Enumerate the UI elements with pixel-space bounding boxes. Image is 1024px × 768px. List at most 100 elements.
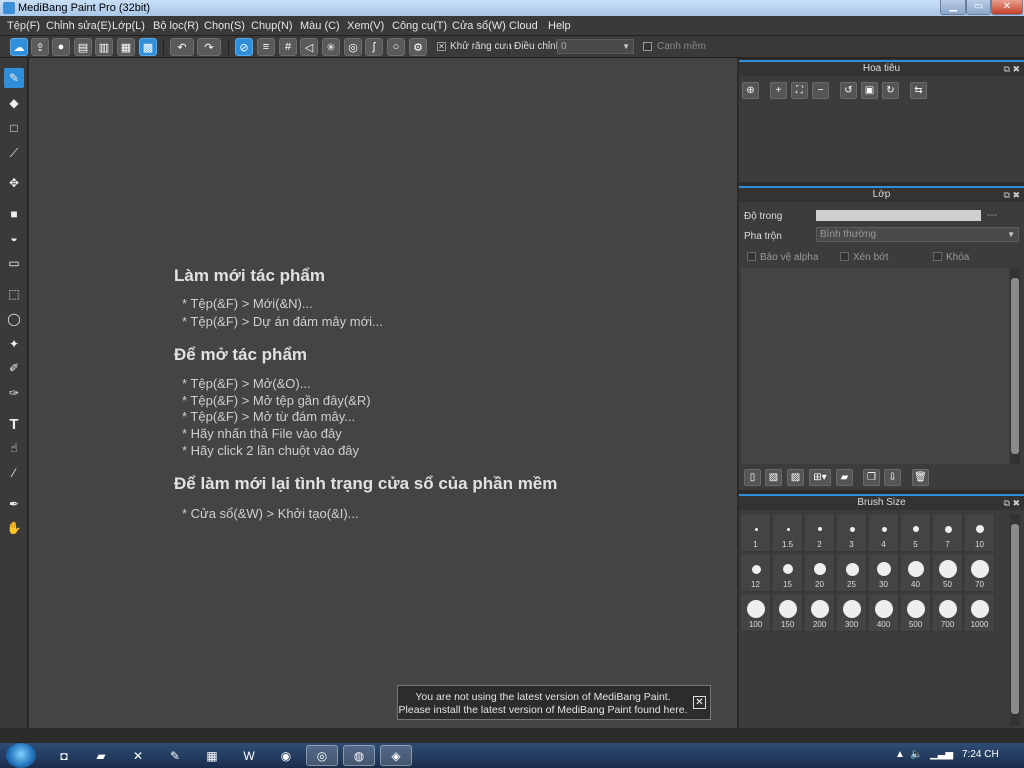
brush-size-cell[interactable]: 150 — [772, 593, 803, 632]
minimize-button[interactable]: ▁ — [940, 0, 966, 15]
office-icon[interactable]: ◘ — [48, 745, 80, 766]
folder-icon[interactable]: ▰ — [836, 469, 853, 486]
brush-tool-icon[interactable]: ✎ — [4, 68, 24, 88]
antialias-checkbox[interactable]: ✕ — [437, 42, 446, 51]
close-icon[interactable]: ✕ — [693, 696, 706, 709]
brush-size-cell[interactable]: 100 — [740, 593, 771, 632]
zoom-out-icon[interactable]: − — [812, 82, 829, 99]
app-icon[interactable]: ◍ — [343, 745, 375, 766]
eraser-tool-icon[interactable]: ◆ — [4, 93, 24, 113]
brush-size-cell[interactable]: 7 — [932, 513, 963, 552]
brush-size-cell[interactable]: 200 — [804, 593, 835, 632]
speech-bubble-icon[interactable]: ● — [52, 38, 70, 56]
volume-icon[interactable]: 🔈 — [910, 749, 922, 760]
radial-snap-icon[interactable]: ✳ — [322, 38, 340, 56]
messenger-icon[interactable]: ◎ — [306, 745, 338, 766]
menu-select[interactable]: Chọn(S) — [204, 20, 245, 32]
select-tool-icon[interactable]: ⬚ — [4, 284, 24, 304]
flip-icon[interactable]: ⇆ — [910, 82, 927, 99]
zoom-fit-icon[interactable]: ⊕ — [742, 82, 759, 99]
brush-size-cell[interactable]: 1000 — [964, 593, 995, 632]
menu-layer[interactable]: Lớp(L) — [112, 20, 145, 32]
select-pen-tool-icon[interactable]: ✐ — [4, 358, 24, 378]
line-tool-icon[interactable]: ⟋ — [4, 143, 24, 163]
canvas-area[interactable]: Làm mới tác phẩm * Tệp(&F) > Mới(&N)... … — [29, 58, 737, 728]
menu-help[interactable]: Help — [548, 20, 571, 32]
panel-controls[interactable]: ⧉ ✖ — [1004, 62, 1020, 76]
paint-icon[interactable]: ✎ — [159, 745, 191, 766]
chrome-icon[interactable]: ◉ — [270, 745, 302, 766]
signal-icon[interactable]: ▁▃▅ — [930, 749, 953, 760]
comment-icon[interactable]: ▤ — [74, 38, 92, 56]
new-1bit-layer-icon[interactable]: ▨ — [787, 469, 804, 486]
panel-controls[interactable]: ⧉ ✖ — [1004, 188, 1020, 202]
adjust-dropdown[interactable]: 0 ▼ — [557, 39, 634, 54]
brush-size-cell[interactable]: 30 — [868, 553, 899, 592]
clock[interactable]: 7:24 CH — [962, 749, 999, 760]
folder-icon[interactable]: ▰ — [85, 745, 117, 766]
merge-layer-icon[interactable]: ⇩ — [884, 469, 901, 486]
brush-scrollbar[interactable] — [1010, 514, 1020, 726]
excel-icon[interactable]: ✕ — [122, 745, 154, 766]
snap-settings-icon[interactable]: ⚙ — [409, 38, 427, 56]
curve-snap-icon[interactable]: ʃ — [365, 38, 383, 56]
scrollbar-thumb[interactable] — [1011, 278, 1019, 454]
scrollbar-thumb[interactable] — [1011, 524, 1019, 714]
clipping-checkbox[interactable] — [840, 252, 849, 261]
brush-size-cell[interactable]: 2 — [804, 513, 835, 552]
word-icon[interactable]: W — [233, 745, 265, 766]
calculator-icon[interactable]: ▦ — [196, 745, 228, 766]
divide-tool-icon[interactable]: ⁄ — [4, 463, 24, 483]
reset-view-icon[interactable]: ▣ — [861, 82, 878, 99]
menu-color[interactable]: Màu (C) — [300, 20, 340, 32]
panel-controls[interactable]: ⧉ ✖ — [1004, 496, 1020, 510]
menu-window[interactable]: Cửa sổ(W) — [452, 20, 506, 32]
brush-size-cell[interactable]: 15 — [772, 553, 803, 592]
layer-scrollbar[interactable] — [1010, 268, 1020, 464]
brush-size-cell[interactable]: 50 — [932, 553, 963, 592]
brush-size-cell[interactable]: 10 — [964, 513, 995, 552]
start-button[interactable] — [6, 743, 36, 768]
select-eraser-tool-icon[interactable]: ✑ — [4, 383, 24, 403]
brush-size-cell[interactable]: 40 — [900, 553, 931, 592]
fill-shape-tool-icon[interactable]: ■ — [4, 204, 24, 224]
gradient-tool-icon[interactable]: ▭ — [4, 253, 24, 273]
operation-tool-icon[interactable]: ☝ — [4, 438, 24, 458]
menu-capture[interactable]: Chụp(N) — [251, 20, 293, 32]
lock-checkbox[interactable] — [933, 252, 942, 261]
brush-size-cell[interactable]: 3 — [836, 513, 867, 552]
menu-filter[interactable]: Bộ lọc(R) — [153, 20, 199, 32]
duplicate-layer-icon[interactable]: ❐ — [863, 469, 880, 486]
maximize-button[interactable]: ▭ — [966, 0, 991, 15]
share-icon[interactable]: ⇪ — [31, 38, 49, 56]
brush-size-cell[interactable]: 20 — [804, 553, 835, 592]
circle-snap-icon[interactable]: ○ — [387, 38, 405, 56]
magic-wand-tool-icon[interactable]: ✦ — [4, 334, 24, 354]
menu-file[interactable]: Tệp(F) — [7, 20, 40, 32]
brush-size-cell[interactable]: 1 — [740, 513, 771, 552]
text-tool-icon[interactable]: T — [4, 414, 24, 434]
new-layer-icon[interactable]: ▯ — [744, 469, 761, 486]
tray-arrow-icon[interactable]: ▲ — [895, 749, 905, 760]
move-tool-icon[interactable]: ✥ — [4, 173, 24, 193]
dot-tool-icon[interactable]: □ — [4, 118, 24, 138]
new-halftone-layer-icon[interactable]: ▧ — [765, 469, 782, 486]
brush-size-cell[interactable]: 300 — [836, 593, 867, 632]
no-snap-icon[interactable]: ⊘ — [235, 38, 253, 56]
rotate-left-icon[interactable]: ↺ — [840, 82, 857, 99]
brush-size-cell[interactable]: 25 — [836, 553, 867, 592]
blend-dropdown[interactable]: Bình thường ▼ — [816, 227, 1019, 242]
brush-size-cell[interactable]: 400 — [868, 593, 899, 632]
menu-tools[interactable]: Công cụ(T) — [392, 20, 447, 32]
concentric-snap-icon[interactable]: ◎ — [344, 38, 362, 56]
document-icon[interactable]: ▥ — [95, 38, 113, 56]
brush-size-cell[interactable]: 5 — [900, 513, 931, 552]
panel-icon[interactable]: ▦ — [117, 38, 135, 56]
brush-size-cell[interactable]: 1.5 — [772, 513, 803, 552]
lasso-tool-icon[interactable]: ◯ — [4, 309, 24, 329]
eyedropper-tool-icon[interactable]: ✒ — [4, 494, 24, 514]
opacity-slider[interactable] — [816, 210, 981, 221]
grid-layout-icon[interactable]: ▩ — [139, 38, 157, 56]
trash-icon[interactable]: 🗑 — [912, 469, 929, 486]
redo-icon[interactable]: ↷ — [197, 38, 221, 56]
